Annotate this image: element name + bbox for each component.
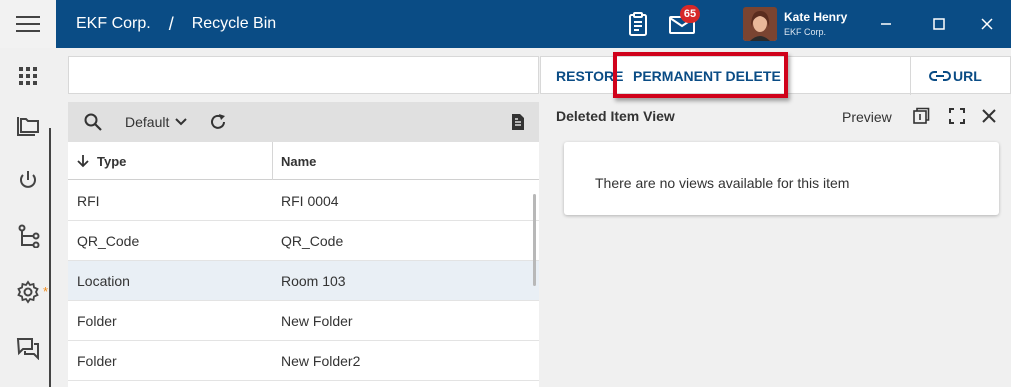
hamburger-menu-button[interactable] — [0, 0, 56, 48]
fullscreen-icon[interactable] — [948, 107, 966, 125]
breadcrumb-separator: / — [168, 13, 174, 34]
preview-button[interactable]: Preview — [842, 109, 892, 125]
highlight-box — [613, 52, 788, 98]
chevron-down-icon — [175, 118, 188, 126]
detail-title: Deleted Item View — [556, 108, 675, 124]
recycle-bin-grid: Type Name RFI RFI 0004 QR_Code QR_Code L… — [68, 142, 539, 387]
workflow-icon[interactable] — [16, 224, 40, 248]
user-org: EKF Corp. — [784, 27, 827, 37]
cell-name: New Folder2 — [281, 353, 361, 369]
column-header-name[interactable]: Name — [281, 154, 316, 169]
cell-name: RFI 0004 — [281, 193, 339, 209]
cell-name: QR_Code — [281, 233, 344, 249]
column-header-type[interactable]: Type — [97, 154, 126, 169]
breadcrumb-company[interactable]: EKF Corp. — [76, 15, 151, 33]
cell-type: QR_Code — [77, 233, 140, 249]
sort-arrow-down-icon[interactable] — [76, 154, 90, 168]
url-button[interactable]: URL — [929, 68, 982, 84]
open-in-window-icon[interactable] — [912, 107, 930, 125]
breadcrumb-page: Recycle Bin — [191, 15, 277, 32]
maximize-icon[interactable] — [929, 14, 949, 34]
refresh-icon[interactable] — [208, 112, 228, 132]
minimize-icon[interactable] — [876, 14, 896, 34]
table-row[interactable]: Folder New Folder — [68, 301, 539, 341]
cell-type: Folder — [77, 353, 117, 369]
cell-type: RFI — [77, 193, 100, 209]
left-top-strip — [68, 56, 539, 94]
user-name: Kate Henry — [784, 10, 848, 24]
cell-name: Room 103 — [281, 273, 346, 289]
grid-scrollbar[interactable] — [533, 194, 536, 286]
view-select-value: Default — [125, 114, 170, 130]
action-divider — [910, 57, 911, 95]
table-row[interactable]: QR_Code QR_Code — [68, 221, 539, 261]
clipboard-icon[interactable] — [624, 10, 652, 38]
table-row[interactable]: Folder New Folder2 — [68, 341, 539, 381]
view-select[interactable]: Default — [125, 114, 188, 130]
breadcrumb: EKF Corp. / Recycle Bin — [76, 0, 276, 48]
avatar[interactable] — [743, 7, 777, 41]
cell-name: New Folder — [281, 313, 353, 329]
cell-type: Folder — [77, 313, 117, 329]
close-icon[interactable] — [980, 107, 998, 125]
left-rail: * — [0, 48, 56, 387]
url-button-label: URL — [953, 68, 982, 84]
table-row-selected[interactable]: Location Room 103 — [68, 261, 539, 301]
folders-icon[interactable] — [16, 112, 40, 136]
column-divider[interactable] — [272, 142, 273, 180]
mail-count-badge: 65 — [680, 5, 700, 23]
table-row[interactable]: RFI RFI 0004 — [68, 181, 539, 221]
close-window-icon[interactable] — [977, 14, 997, 34]
cell-type: Location — [77, 273, 130, 289]
power-icon[interactable] — [16, 168, 40, 192]
grid-header: Type Name — [68, 142, 539, 180]
rail-divider — [49, 128, 51, 387]
user-photo-icon — [743, 7, 777, 41]
search-icon[interactable] — [83, 112, 103, 132]
export-document-icon[interactable] — [508, 112, 528, 132]
empty-views-card: There are no views available for this it… — [564, 142, 999, 215]
link-icon — [929, 71, 951, 81]
gear-icon[interactable] — [16, 280, 40, 304]
top-bar: EKF Corp. / Recycle Bin 65 Kate Henry EK… — [0, 0, 1011, 48]
grid-toolbar: Default — [68, 102, 539, 142]
hamburger-icon — [16, 16, 40, 32]
settings-indicator-star: * — [43, 284, 49, 299]
apps-grid-icon[interactable] — [16, 64, 40, 88]
chat-icon[interactable] — [16, 336, 40, 360]
empty-views-message: There are no views available for this it… — [595, 175, 850, 191]
